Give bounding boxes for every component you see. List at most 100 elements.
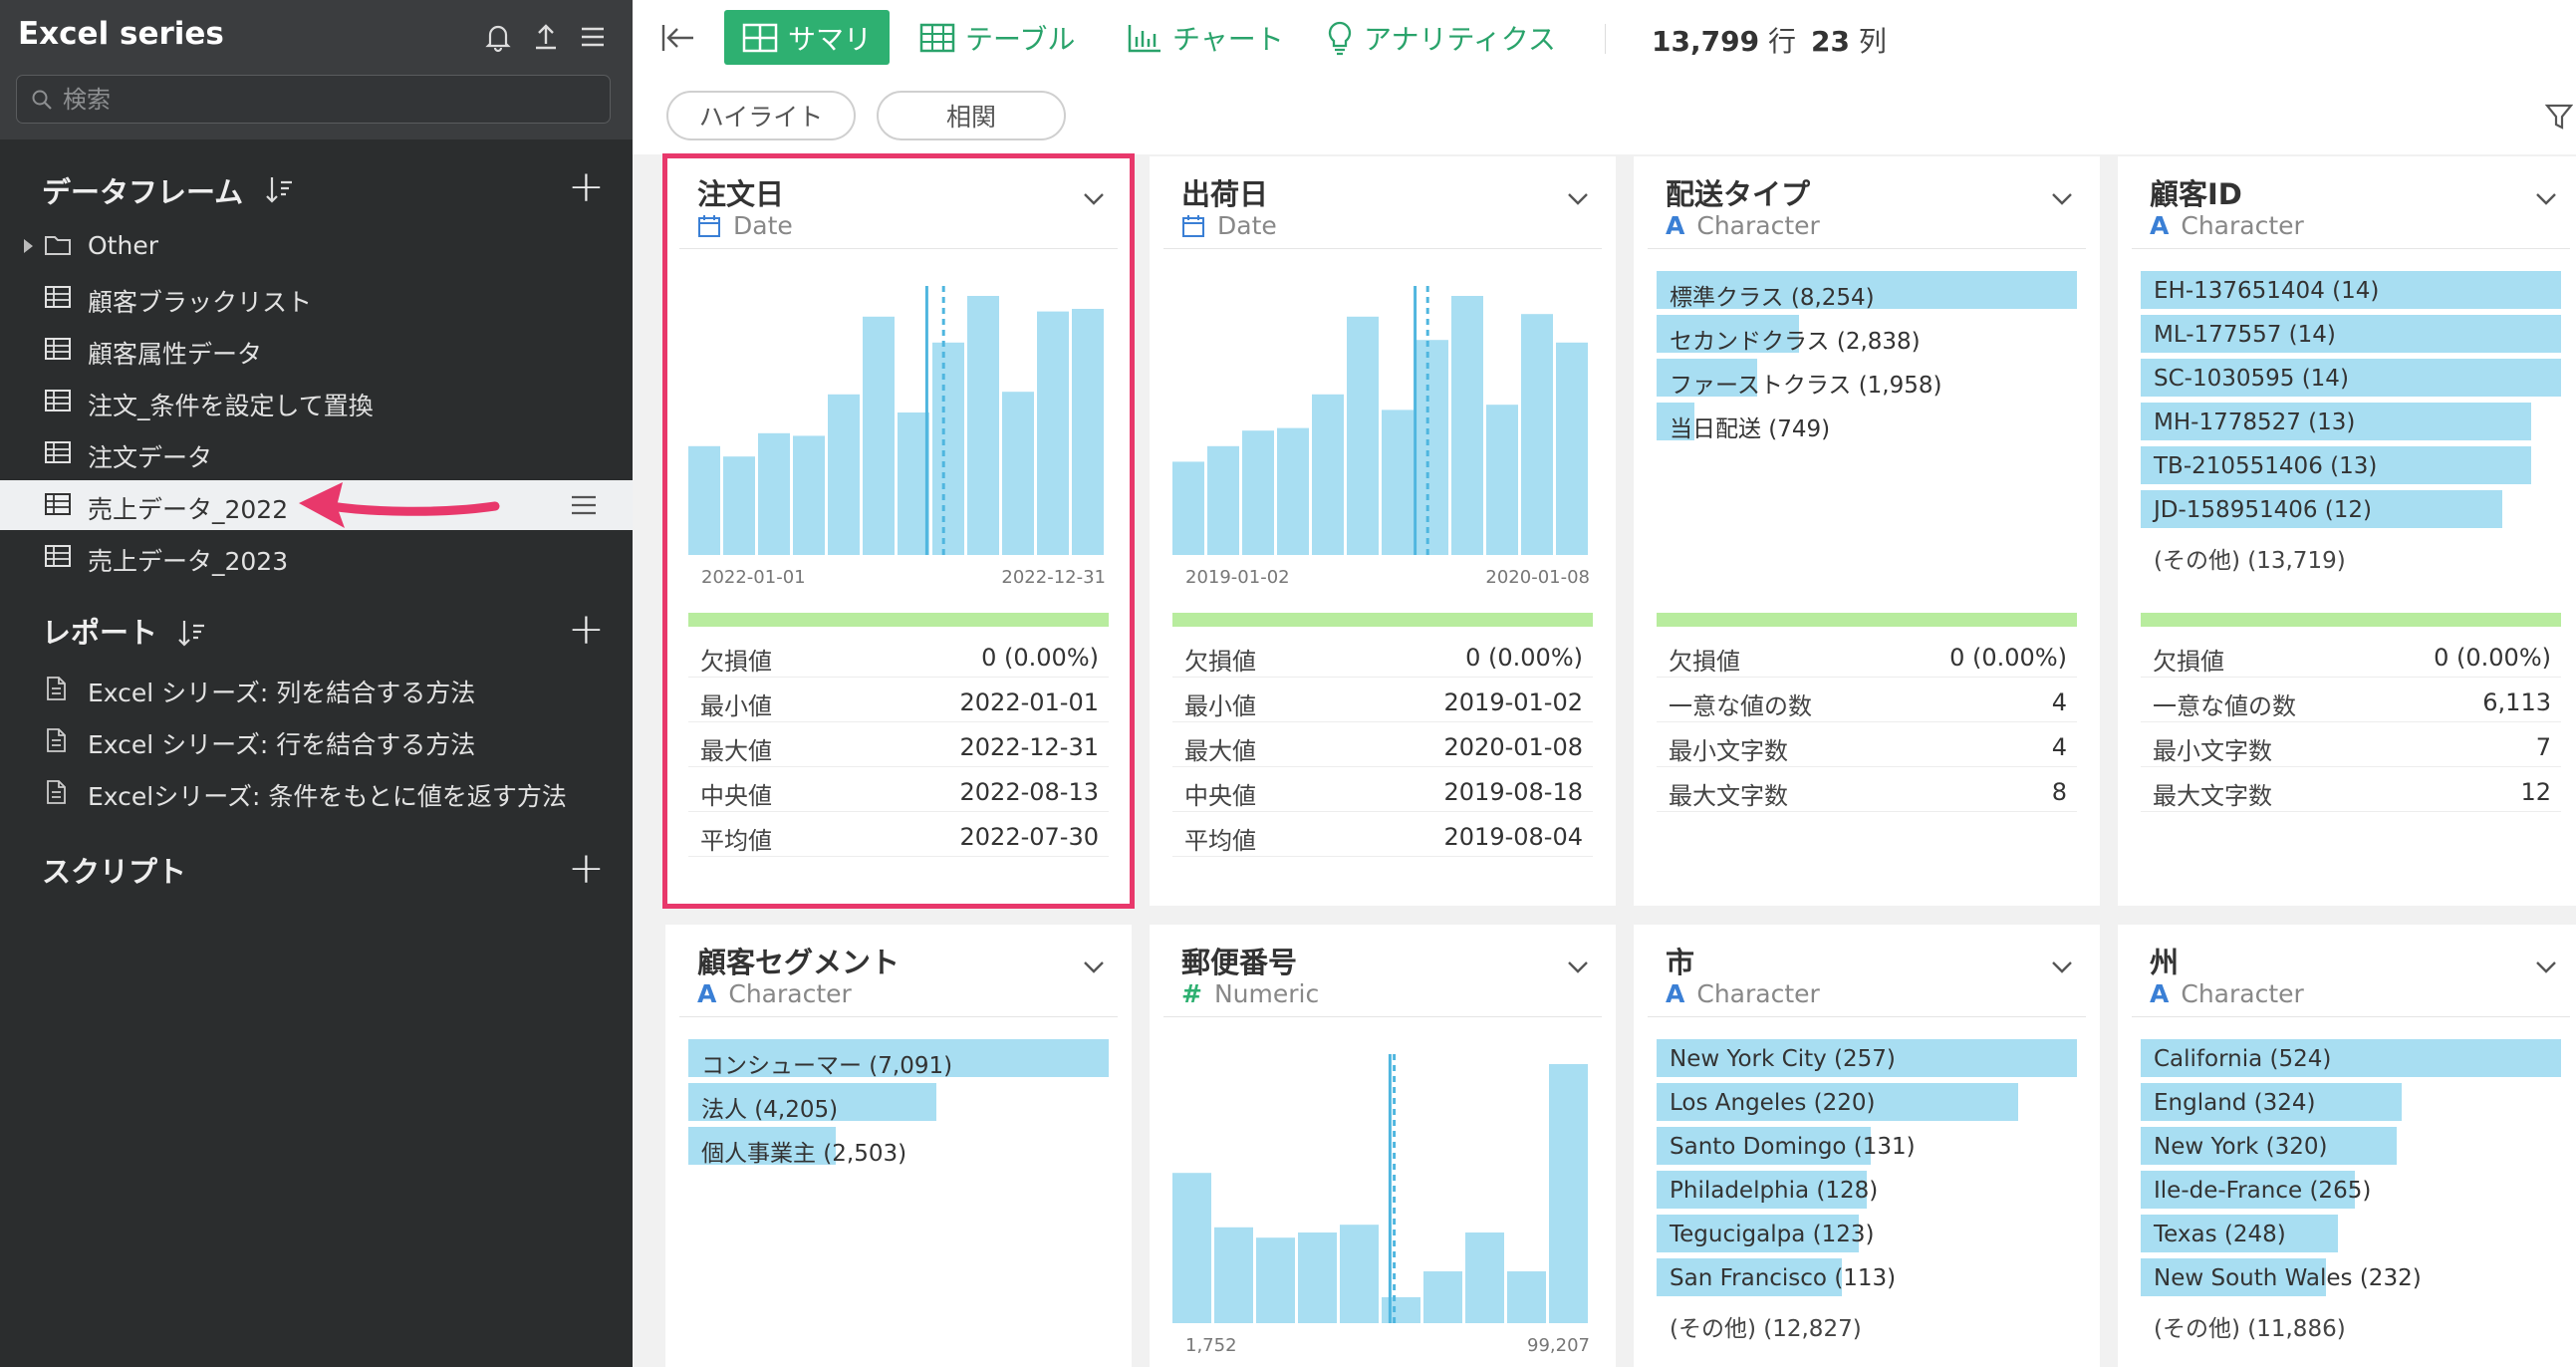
category-row[interactable]: Texas (248) <box>2141 1215 2561 1252</box>
sidebar-item-report[interactable]: Excelシリーズ: 条件をもとに値を返す方法 <box>0 767 633 817</box>
sidebar-item-dataframe[interactable]: 売上データ_2023 <box>0 532 633 582</box>
stat-key: 欠損値 <box>1184 648 1256 676</box>
app-title: Excel series <box>18 16 224 52</box>
category-label: New South Wales (232) <box>2154 1265 2422 1291</box>
sidebar-item-report[interactable]: Excel シリーズ: 列を結合する方法 <box>0 664 633 713</box>
bell-icon[interactable] <box>481 20 515 54</box>
category-row[interactable]: ファーストクラス (1,958) <box>1657 359 2077 399</box>
chevron-down-icon[interactable] <box>1082 959 1106 975</box>
category-label: England (324) <box>2154 1090 2316 1116</box>
column-summary-card[interactable]: 注文日 Date 2022-01-01 2022-12-31 欠損値 0 (0.00%) 最… <box>662 153 1135 909</box>
stat-key: 最大値 <box>700 737 772 765</box>
category-row[interactable]: Santo Domingo (131) <box>1657 1127 2077 1165</box>
category-row[interactable]: MH-1778527 (13) <box>2141 403 2561 440</box>
add-report-button[interactable]: + <box>568 608 605 652</box>
tab-label: テーブル <box>965 22 1076 56</box>
chevron-down-icon[interactable] <box>1566 191 1590 207</box>
correlation-button[interactable]: 相関 <box>877 91 1066 140</box>
sort-icon[interactable] <box>265 174 293 204</box>
category-row[interactable]: Tegucigalpa (123) <box>1657 1215 2077 1252</box>
column-summary-card[interactable]: 出荷日 Date 2019-01-02 2020-01-08 欠損値 0 (0.00%) 最… <box>1150 156 1616 906</box>
chevron-down-icon[interactable] <box>2050 191 2074 207</box>
chevron-down-icon[interactable] <box>2050 959 2074 975</box>
category-row[interactable]: California (524) <box>2141 1039 2561 1077</box>
tab-table[interactable]: テーブル <box>902 10 1093 65</box>
upload-icon[interactable] <box>529 20 563 54</box>
category-row[interactable]: 法人 (4,205) <box>688 1083 1109 1123</box>
sort-icon[interactable] <box>177 618 205 648</box>
chevron-down-icon[interactable] <box>2534 959 2558 975</box>
add-dataframe-button[interactable]: + <box>568 165 605 209</box>
category-row[interactable]: 標準クラス (8,254) <box>1657 271 2077 311</box>
search-box[interactable] <box>16 75 611 124</box>
calendar-icon <box>698 214 720 237</box>
category-row[interactable]: ML-177557 (14) <box>2141 315 2561 353</box>
toolbar-divider <box>1605 24 1606 54</box>
tab-analytics[interactable]: アナリティクス <box>1308 10 1574 65</box>
category-row[interactable]: Los Angeles (220) <box>1657 1083 2077 1121</box>
highlight-button[interactable]: ハイライト <box>666 91 856 140</box>
caret-right-icon[interactable] <box>24 239 33 253</box>
sidebar-item-dataframe[interactable]: 注文データ <box>0 428 633 478</box>
column-summary-card[interactable]: 顧客ID A Character EH-137651404 (14) ML-177557… <box>2118 156 2576 906</box>
tab-chart[interactable]: チャート <box>1109 10 1302 65</box>
category-row[interactable]: 個人事業主 (2,503) <box>688 1127 1109 1167</box>
category-row[interactable]: JD-158951406 (12) <box>2141 490 2561 528</box>
chevron-down-icon[interactable] <box>2534 191 2558 207</box>
column-summary-card[interactable]: 郵便番号 # Numeric 1,752 99,207 <box>1150 925 1616 1367</box>
category-row[interactable]: Philadelphia (128) <box>1657 1171 2077 1209</box>
add-script-button[interactable]: + <box>568 847 605 891</box>
sidebar-item-dataframe[interactable]: 顧客ブラックリスト <box>0 273 633 323</box>
card-divider <box>1648 1016 2086 1017</box>
search-input[interactable] <box>63 84 591 116</box>
stat-row: 中央値 2022-08-13 <box>688 767 1109 812</box>
category-row[interactable]: コンシューマー (7,091) <box>688 1039 1109 1079</box>
column-title: 出荷日 <box>1181 177 1269 211</box>
category-row[interactable]: 当日配送 (749) <box>1657 403 2077 442</box>
stat-row: 最大値 2022-12-31 <box>688 722 1109 767</box>
category-row[interactable]: TB-210551406 (13) <box>2141 446 2561 484</box>
collapse-sidebar-icon[interactable] <box>660 22 696 54</box>
chevron-down-icon[interactable] <box>1082 191 1106 207</box>
category-label: Ile-de-France (265) <box>2154 1178 2372 1204</box>
sidebar-folder-other[interactable]: Other <box>0 221 633 271</box>
sidebar-header: Excel series <box>0 0 633 139</box>
valid-ratio-bar <box>1657 613 2077 627</box>
tab-summary[interactable]: サマリ <box>724 10 891 65</box>
stat-value: 2022-08-13 <box>959 778 1099 806</box>
category-row[interactable]: EH-137651404 (14) <box>2141 271 2561 309</box>
category-label: 当日配送 (749) <box>1670 416 1831 442</box>
stat-value: 12 <box>2520 778 2551 806</box>
sidebar-item-dataframe[interactable]: 顧客属性データ <box>0 325 633 375</box>
category-row[interactable]: New York City (257) <box>1657 1039 2077 1077</box>
histogram-bar <box>967 296 999 555</box>
column-summary-card[interactable]: 配送タイプ A Character 標準クラス (8,254) セカンドクラス (2,8… <box>1634 156 2100 906</box>
histogram-bar <box>1072 309 1104 555</box>
sidebar-item-dataframe[interactable]: 注文_条件を設定して置換 <box>0 377 633 426</box>
histogram-bar <box>1465 1232 1504 1323</box>
category-row[interactable]: England (324) <box>2141 1083 2561 1121</box>
category-label: Santo Domingo (131) <box>1670 1134 1916 1160</box>
stat-row: 最大文字数 8 <box>1657 767 2077 812</box>
item-menu-icon[interactable] <box>570 492 598 518</box>
category-row[interactable]: セカンドクラス (2,838) <box>1657 315 2077 355</box>
histogram-bar <box>1242 430 1274 555</box>
menu-icon[interactable] <box>576 20 610 54</box>
category-row[interactable]: San Francisco (113) <box>1657 1258 2077 1296</box>
category-row[interactable]: SC-1030595 (14) <box>2141 359 2561 397</box>
column-summary-card[interactable]: 州 A Character California (524) England (324)… <box>2118 925 2576 1367</box>
stat-value: 2019-08-18 <box>1443 778 1583 806</box>
column-type: # Numeric <box>1181 979 1319 1008</box>
category-row[interactable]: New South Wales (232) <box>2141 1258 2561 1296</box>
column-summary-card[interactable]: 顧客セグメント A Character コンシューマー (7,091) 法人 (4,20… <box>665 925 1132 1367</box>
valid-ratio-bar <box>688 613 1109 627</box>
chevron-down-icon[interactable] <box>1566 959 1590 975</box>
filter-icon[interactable] <box>2545 103 2573 131</box>
sidebar-item-report[interactable]: Excel シリーズ: 行を結合する方法 <box>0 715 633 765</box>
category-label: コンシューマー (7,091) <box>701 1053 953 1079</box>
category-row[interactable]: New York (320) <box>2141 1127 2561 1165</box>
column-summary-card[interactable]: 市 A Character New York City (257) Los Angele… <box>1634 925 2100 1367</box>
text-a-icon: A <box>2150 979 2170 1008</box>
category-row[interactable]: Ile-de-France (265) <box>2141 1171 2561 1209</box>
sidebar-item-label: Excel シリーズ: 列を結合する方法 <box>88 679 476 707</box>
